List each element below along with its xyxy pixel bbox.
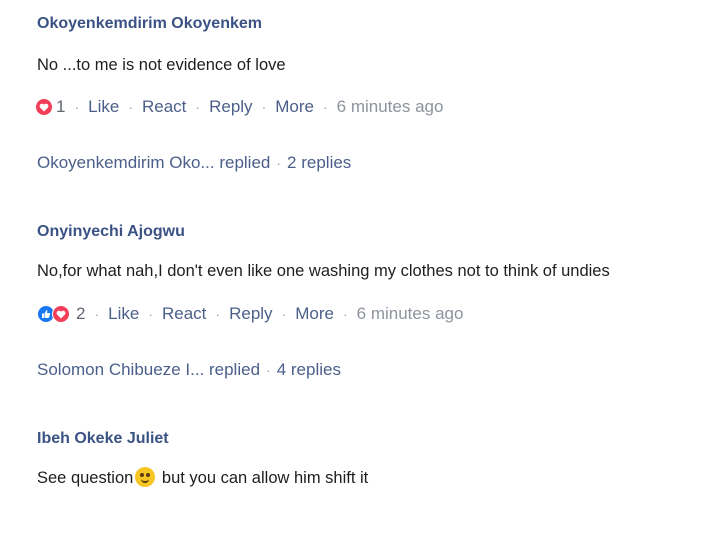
heart-reaction-icon xyxy=(52,305,70,323)
reply-button[interactable]: Reply xyxy=(229,303,272,325)
react-button[interactable]: React xyxy=(162,303,206,325)
reply-button[interactable]: Reply xyxy=(209,96,252,118)
reaction-count: 2 xyxy=(76,304,86,323)
heart-reaction-icon xyxy=(35,98,53,116)
comment-timestamp: 6 minutes ago xyxy=(336,97,444,116)
replies-link[interactable]: Solomon Chibueze I... replied · 4 replies xyxy=(37,359,709,381)
replies-author: Okoyenkemdirim Oko... replied xyxy=(37,153,271,172)
comment-author[interactable]: Onyinyechi Ajogwu xyxy=(37,222,709,242)
comment-author[interactable]: Okoyenkemdirim Okoyenkem xyxy=(37,14,709,34)
comment-text: No ...to me is not evidence of love xyxy=(37,56,286,74)
replies-count: 4 replies xyxy=(276,360,341,379)
comment-1: Okoyenkemdirim Okoyenkem No ...to me is … xyxy=(35,14,709,174)
reaction-count: 1 xyxy=(56,97,66,116)
like-button[interactable]: Like xyxy=(88,96,119,118)
comment-actions: 1 · Like · React · Reply · More · 6 minu… xyxy=(35,96,709,118)
comment-text-part: See question xyxy=(37,469,134,487)
comment-2: Onyinyechi Ajogwu No,for what nah,I don'… xyxy=(37,222,709,381)
comment-text: See question but you can allow him shift… xyxy=(37,467,709,489)
comment-timestamp: 6 minutes ago xyxy=(356,304,464,323)
comment-actions: 2 · Like · React · Reply · More · 6 minu… xyxy=(37,303,709,325)
comment-author[interactable]: Ibeh Okeke Juliet xyxy=(37,429,709,449)
replies-link[interactable]: Okoyenkemdirim Oko... replied · 2 replies xyxy=(37,152,709,174)
like-button[interactable]: Like xyxy=(108,303,139,325)
replies-count: 2 replies xyxy=(287,153,352,172)
rolling-eyes-emoji-icon xyxy=(135,467,156,487)
reaction-summary[interactable]: 2 xyxy=(37,303,85,325)
comment-text-part: but you can allow him shift it xyxy=(157,469,369,487)
more-button[interactable]: More xyxy=(275,96,314,118)
more-button[interactable]: More xyxy=(295,303,334,325)
comment-text: No,for what nah,I don't even like one wa… xyxy=(37,262,610,280)
react-button[interactable]: React xyxy=(142,96,186,118)
comment-3: Ibeh Okeke Juliet See question but you c… xyxy=(37,429,709,489)
replies-author: Solomon Chibueze I... replied xyxy=(37,360,261,379)
reaction-summary[interactable]: 1 xyxy=(35,96,65,118)
